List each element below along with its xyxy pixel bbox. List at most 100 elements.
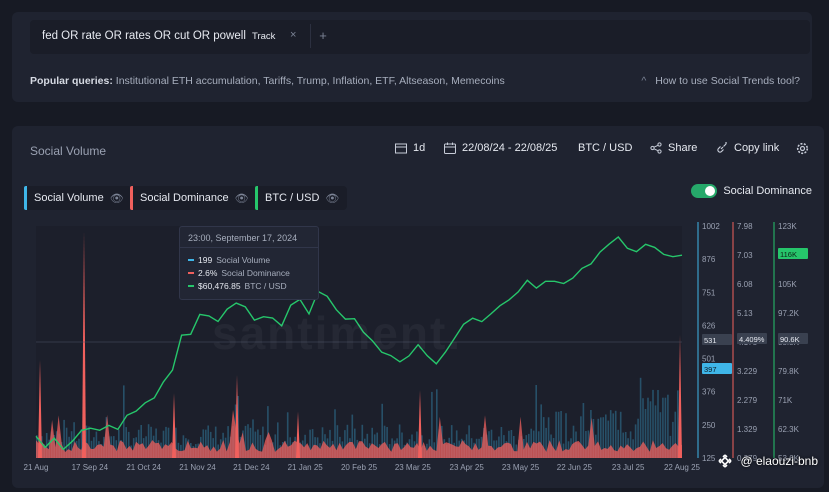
metric-color-bar [255, 186, 258, 210]
y-tick-label: 62.3K [778, 425, 800, 434]
add-query-button[interactable]: + [310, 24, 335, 48]
share-icon [650, 142, 662, 154]
y-tick-label: 79.8K [778, 367, 800, 376]
x-tick-label: 17 Sep 24 [72, 463, 109, 472]
metric-label: Social Dominance [140, 192, 229, 204]
y-tick-label: 376 [702, 388, 716, 397]
tooltip-label: Social Volume [216, 255, 271, 265]
metric-label: Social Volume [34, 192, 104, 204]
pair-label[interactable]: BTC / USD [578, 142, 632, 154]
interval-selector[interactable]: 1d [395, 142, 425, 154]
date-range-selector[interactable]: 22/08/24 - 22/08/25 [444, 142, 557, 154]
axis-badge-label: 90.6K [780, 335, 800, 344]
x-tick-label: 21 Oct 24 [126, 463, 161, 472]
chart-tooltip: 23:00, September 17, 2024 199 Social Vol… [179, 226, 319, 300]
legend-dash [188, 272, 194, 274]
metric-color-bar [130, 186, 133, 210]
tooltip-label: BTC / USD [244, 281, 287, 291]
y-tick-label: 6.08 [737, 280, 753, 289]
y-tick-label: 7.03 [737, 251, 753, 260]
eye-icon[interactable]: 👁 [110, 192, 124, 205]
popular-query-item[interactable]: Memecoins [451, 75, 505, 87]
query-input[interactable]: fed OR rate OR rates OR cut OR powell Tr… [30, 20, 810, 54]
link-icon [717, 142, 727, 153]
y-tick-label: 876 [702, 255, 716, 264]
axis-badge-label: 531 [704, 336, 717, 345]
volume-bar [667, 394, 669, 458]
toggle-switch[interactable] [691, 184, 718, 198]
tooltip-divider [180, 247, 318, 248]
popular-query-item[interactable]: ETF [375, 75, 394, 87]
settings-button[interactable] [796, 142, 809, 155]
chart-panel: 21 Aug 17 Sep 24 21 Oct 24 21 Nov 24 21 Dec … [12, 126, 824, 488]
santiment-watermark: santiment. [212, 306, 462, 360]
x-tick-label: 21 Jan 25 [288, 463, 324, 472]
x-tick-label: 23 Apr 25 [450, 463, 485, 472]
metric-color-bar [24, 186, 27, 210]
search-panel: fed OR rate OR rates OR cut OR powell Tr… [12, 12, 812, 102]
y-tick-label: 626 [702, 321, 716, 330]
y-tick-label: 1002 [702, 222, 720, 231]
x-tick-label: 23 Jul 25 [612, 463, 645, 472]
y-tick-label: 97.2K [778, 309, 800, 318]
y-tick-label: 3.229 [737, 367, 758, 376]
interval-label[interactable]: 1d [413, 142, 425, 154]
y-tick-label: 123K [778, 222, 797, 231]
share-label[interactable]: Share [668, 142, 697, 154]
share-button[interactable]: Share [650, 142, 697, 154]
tooltip-value: 2.6% [198, 268, 218, 278]
y-tick-label: 7.98 [737, 222, 753, 231]
tooltip-row-dominance: 2.6% Social Dominance [188, 268, 290, 278]
popular-query-item[interactable]: Institutional ETH accumulation [116, 75, 258, 87]
copy-link-button[interactable]: Copy link [716, 142, 779, 154]
track-button[interactable]: Track [252, 31, 275, 42]
tooltip-value: 199 [198, 255, 213, 265]
chevron-up-icon: ^ [641, 75, 647, 87]
close-icon[interactable]: × [290, 29, 296, 41]
metric-chip-btc-usd[interactable]: BTC / USD 👁 [255, 186, 348, 210]
howto-link[interactable]: ^ How to use Social Trends tool? [641, 75, 800, 87]
date-range-label[interactable]: 22/08/24 - 22/08/25 [462, 142, 557, 154]
panel-title: Social Volume [30, 144, 107, 158]
y-tick-label: 5.13 [737, 309, 753, 318]
y-tick-label: 71K [778, 396, 793, 405]
handle-text: @ elaouzi-bnb [740, 454, 818, 468]
eye-icon[interactable]: 👁 [235, 192, 249, 205]
y-tick-label: 751 [702, 288, 716, 297]
popular-query-item[interactable]: Inflation [333, 75, 370, 87]
popular-query-item[interactable]: Altseason [399, 75, 445, 87]
x-tick-label: 21 Nov 24 [179, 463, 216, 472]
calendar-grid-icon [395, 143, 407, 153]
x-tick-label: 23 May 25 [502, 463, 540, 472]
y-tick-label: 501 [702, 355, 716, 364]
tooltip-row-btc: $60,476.85 BTC / USD [188, 281, 287, 291]
y-tick-label: 105K [778, 280, 797, 289]
query-text[interactable]: fed OR rate OR rates OR cut OR powell [42, 30, 246, 42]
axis-badge-label: 4.409% [739, 335, 765, 344]
metric-label: BTC / USD [265, 192, 320, 204]
tooltip-title: 23:00, September 17, 2024 [188, 233, 298, 243]
copy-link-label[interactable]: Copy link [734, 142, 779, 154]
toggle-label: Social Dominance [723, 185, 812, 197]
social-dominance-toggle[interactable]: Social Dominance [691, 184, 812, 198]
legend-dash [188, 259, 194, 261]
popular-queries: Popular queries: Institutional ETH accum… [30, 75, 505, 87]
x-tick-label: 23 Mar 25 [395, 463, 432, 472]
howto-label[interactable]: How to use Social Trends tool? [655, 75, 800, 87]
x-tick-label: 21 Dec 24 [233, 463, 270, 472]
author-handle: @ elaouzi-bnb [716, 452, 818, 470]
x-tick-label: 22 Aug 25 [664, 463, 701, 472]
metric-chip-social-dominance[interactable]: Social Dominance 👁 [130, 186, 257, 210]
popular-query-item[interactable]: Tariffs [263, 75, 291, 87]
x-tick-label: 22 Jun 25 [557, 463, 593, 472]
axis-badge-label: 397 [704, 365, 717, 374]
legend-dash [188, 285, 194, 287]
popular-query-item[interactable]: Trump [297, 75, 327, 87]
tooltip-row-volume: 199 Social Volume [188, 255, 270, 265]
tooltip-value: $60,476.85 [198, 281, 241, 291]
x-tick-label: 21 Aug [24, 463, 49, 472]
pair-selector[interactable]: BTC / USD [578, 142, 632, 154]
metric-chip-social-volume[interactable]: Social Volume 👁 [24, 186, 132, 210]
binance-logo-icon [718, 454, 733, 468]
eye-icon[interactable]: 👁 [325, 192, 339, 205]
